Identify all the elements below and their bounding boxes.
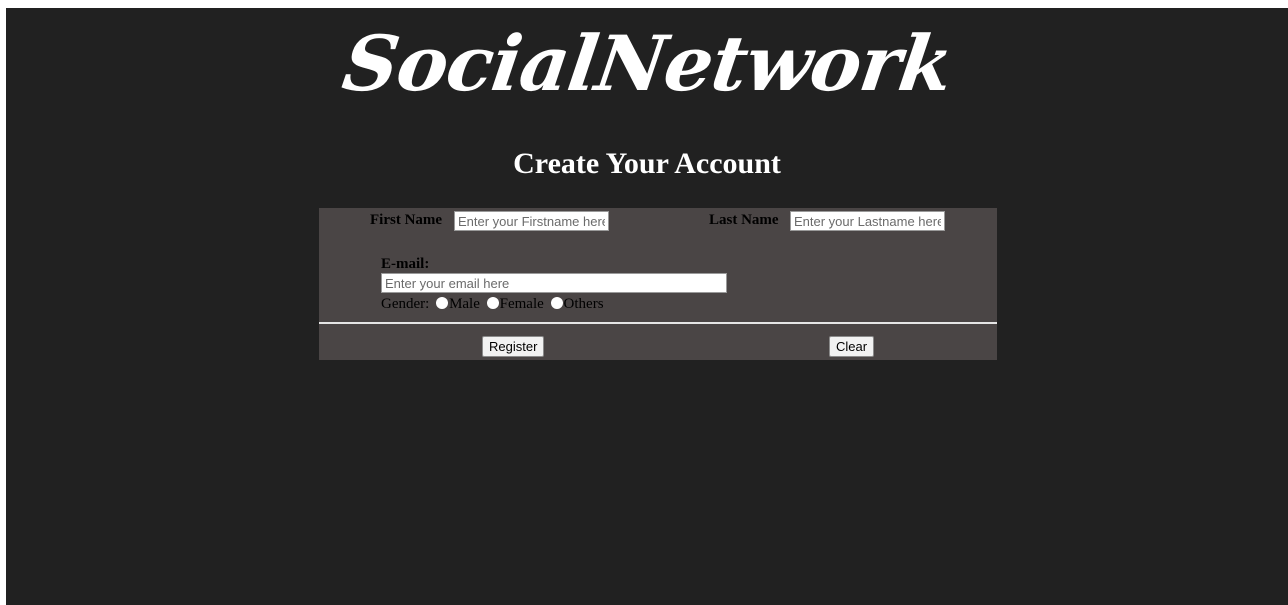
site-logo: SocialNetwork bbox=[337, 19, 958, 108]
registration-form: First Name Last Name E-mail: Gender: Mal… bbox=[319, 208, 997, 360]
gender-male-label: Male bbox=[449, 296, 480, 312]
gender-others-label: Others bbox=[563, 296, 604, 312]
page-title: Create Your Account bbox=[513, 147, 781, 180]
clear-button[interactable]: Clear bbox=[829, 336, 875, 357]
gender-female-radio[interactable] bbox=[486, 297, 499, 309]
email-input[interactable] bbox=[381, 273, 727, 293]
gender-label: Gender: bbox=[381, 296, 430, 312]
first-name-input[interactable] bbox=[454, 211, 609, 231]
register-button[interactable]: Register bbox=[482, 336, 545, 357]
page: SocialNetwork Create Your Account First … bbox=[6, 8, 1288, 605]
gender-group: Gender: Male Female Others bbox=[381, 295, 604, 313]
last-name-label: Last Name bbox=[709, 212, 779, 228]
email-label: E-mail: bbox=[381, 256, 430, 272]
form-divider bbox=[319, 322, 997, 324]
gender-others-radio[interactable] bbox=[550, 297, 563, 309]
last-name-input[interactable] bbox=[790, 211, 945, 231]
gender-male-radio[interactable] bbox=[436, 297, 449, 309]
first-name-label: First Name bbox=[370, 212, 443, 228]
gender-female-label: Female bbox=[499, 296, 544, 312]
